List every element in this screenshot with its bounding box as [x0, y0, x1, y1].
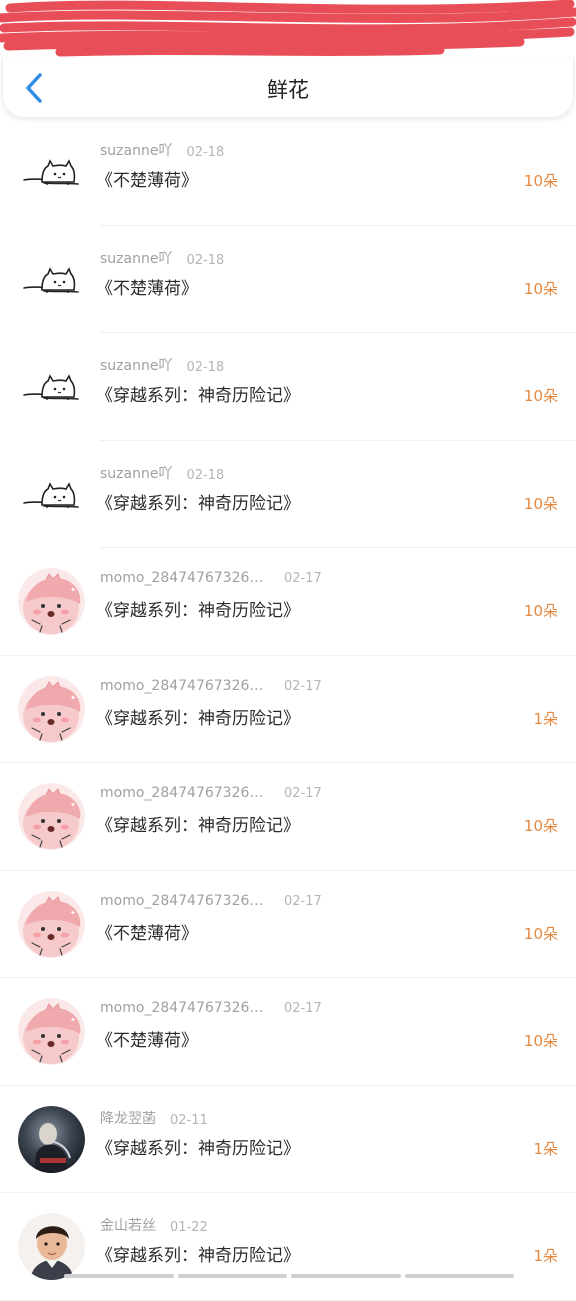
svg-text:✦: ✦	[70, 801, 76, 809]
user-avatar[interactable]	[18, 461, 85, 528]
flower-record-row[interactable]: 金山若丝 01-22 《穿越系列：神奇历险记》 1朵	[0, 1193, 576, 1301]
user-avatar[interactable]: ✦	[18, 783, 85, 850]
record-meta: momo_284747673266... 02-17	[100, 1000, 322, 1020]
row-divider	[0, 1300, 576, 1301]
record-date: 02-17	[284, 894, 322, 909]
record-date: 01-22	[170, 1220, 208, 1235]
flower-record-list: suzanne吖 02-18 《不楚薄荷》 10朵 suzanne吖 02-18 《不楚薄…	[0, 118, 576, 1301]
user-avatar[interactable]: ✦	[18, 891, 85, 958]
book-title[interactable]: 《穿越系列：神奇历险记》	[96, 1134, 300, 1159]
username[interactable]: 降龙翌菡	[100, 1108, 156, 1128]
record-date: 02-17	[284, 1001, 322, 1016]
flower-record-row[interactable]: ✦ momo_284747673266... 02-17 《不楚薄荷》 10朵	[0, 871, 576, 979]
flower-record-row[interactable]: suzanne吖 02-18 《穿越系列：神奇历险记》 10朵	[0, 441, 576, 549]
record-meta: momo_284747673266... 02-17	[100, 785, 322, 805]
book-title[interactable]: 《穿越系列：神奇历险记》	[96, 1241, 300, 1266]
flower-record-row[interactable]: ✦ momo_284747673266... 02-17 《穿越系列：神奇历险记》 1…	[0, 548, 576, 656]
svg-text:✦: ✦	[70, 1016, 76, 1024]
book-title[interactable]: 《穿越系列：神奇历险记》	[96, 704, 300, 729]
flower-amount: 10朵	[524, 278, 558, 299]
record-date: 02-18	[186, 253, 224, 268]
book-title[interactable]: 《穿越系列：神奇历险记》	[96, 489, 300, 514]
flower-record-row[interactable]: suzanne吖 02-18 《不楚薄荷》 10朵	[0, 118, 576, 226]
flower-amount: 10朵	[524, 170, 558, 191]
username[interactable]: suzanne吖	[100, 140, 172, 160]
username[interactable]: suzanne吖	[100, 355, 172, 375]
user-avatar[interactable]: ✦	[18, 568, 85, 635]
user-avatar[interactable]	[18, 138, 85, 205]
record-meta: suzanne吖 02-18	[100, 355, 224, 375]
nav-bar: 鲜花	[2, 58, 574, 118]
flower-record-row[interactable]: ✦ momo_284747673266... 02-17 《穿越系列：神奇历险记》 1…	[0, 763, 576, 871]
flower-amount: 10朵	[524, 600, 558, 621]
page-title: 鲜花	[3, 74, 573, 104]
flower-record-row[interactable]: 降龙翌菡 02-11 《穿越系列：神奇历险记》 1朵	[0, 1086, 576, 1194]
record-meta: suzanne吖 02-18	[100, 463, 224, 483]
user-avatar[interactable]: ✦	[18, 676, 85, 743]
username[interactable]: suzanne吖	[100, 248, 172, 268]
user-avatar[interactable]	[18, 246, 85, 313]
flower-record-row[interactable]: ✦ momo_284747673266... 02-17 《不楚薄荷》 10朵	[0, 978, 576, 1086]
flower-amount: 10朵	[524, 815, 558, 836]
record-date: 02-18	[186, 360, 224, 375]
flower-amount: 1朵	[533, 1138, 558, 1159]
svg-text:✦: ✦	[70, 909, 76, 917]
flower-record-row[interactable]: ✦ momo_284747673266... 02-17 《穿越系列：神奇历险记》 1…	[0, 656, 576, 764]
username[interactable]: momo_284747673266...	[100, 678, 270, 694]
flower-amount: 10朵	[524, 493, 558, 514]
flower-amount: 10朵	[524, 923, 558, 944]
book-title[interactable]: 《不楚薄荷》	[96, 274, 198, 299]
flower-amount: 1朵	[533, 708, 558, 729]
flower-record-row[interactable]: suzanne吖 02-18 《不楚薄荷》 10朵	[0, 226, 576, 334]
record-meta: suzanne吖 02-18	[100, 140, 224, 160]
book-title[interactable]: 《不楚薄荷》	[96, 1026, 198, 1051]
username[interactable]: 金山若丝	[100, 1215, 156, 1235]
user-avatar[interactable]	[18, 1106, 85, 1173]
flower-amount: 10朵	[524, 385, 558, 406]
record-date: 02-11	[170, 1113, 208, 1128]
book-title[interactable]: 《穿越系列：神奇历险记》	[96, 811, 300, 836]
record-date: 02-18	[186, 145, 224, 160]
record-meta: 金山若丝 01-22	[100, 1215, 208, 1235]
record-meta: suzanne吖 02-18	[100, 248, 224, 268]
book-title[interactable]: 《不楚薄荷》	[96, 166, 198, 191]
record-date: 02-17	[284, 679, 322, 694]
record-meta: momo_284747673266... 02-17	[100, 570, 322, 590]
username[interactable]: momo_284747673266...	[100, 893, 270, 909]
user-avatar[interactable]: ✦	[18, 998, 85, 1065]
flower-amount: 1朵	[533, 1245, 558, 1266]
username[interactable]: momo_284747673266...	[100, 1000, 270, 1016]
user-avatar[interactable]	[18, 1213, 85, 1280]
username[interactable]: suzanne吖	[100, 463, 172, 483]
record-date: 02-18	[186, 468, 224, 483]
username[interactable]: momo_284747673266...	[100, 570, 270, 586]
redaction-scribble	[0, 0, 576, 62]
record-date: 02-17	[284, 786, 322, 801]
record-meta: 降龙翌菡 02-11	[100, 1108, 208, 1128]
record-meta: momo_284747673266... 02-17	[100, 678, 322, 698]
user-avatar[interactable]	[18, 353, 85, 420]
flower-amount: 10朵	[524, 1030, 558, 1051]
home-indicator	[64, 1274, 514, 1278]
status-bar	[0, 0, 576, 62]
record-date: 02-17	[284, 571, 322, 586]
book-title[interactable]: 《穿越系列：神奇历险记》	[96, 381, 300, 406]
flower-record-row[interactable]: suzanne吖 02-18 《穿越系列：神奇历险记》 10朵	[0, 333, 576, 441]
svg-text:✦: ✦	[70, 586, 76, 594]
svg-text:✦: ✦	[70, 694, 76, 702]
book-title[interactable]: 《不楚薄荷》	[96, 919, 198, 944]
record-meta: momo_284747673266... 02-17	[100, 893, 322, 913]
book-title[interactable]: 《穿越系列：神奇历险记》	[96, 596, 300, 621]
username[interactable]: momo_284747673266...	[100, 785, 270, 801]
